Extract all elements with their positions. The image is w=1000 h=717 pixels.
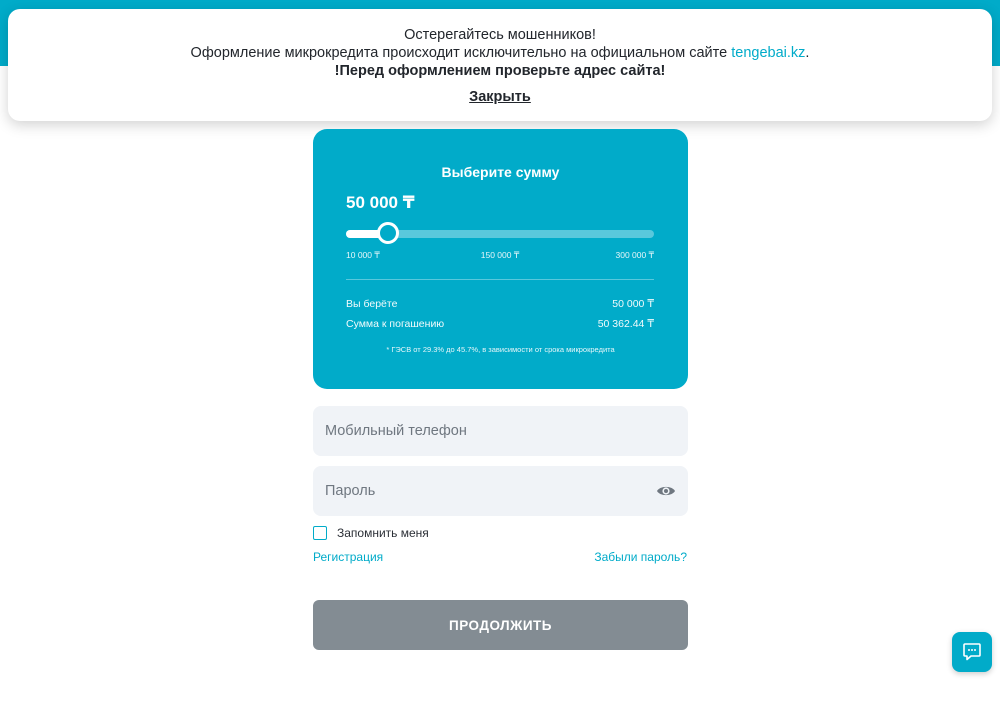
tick-min: 10 000 ₸ [346, 250, 380, 260]
remember-me-label: Запомнить меня [337, 526, 429, 540]
calculator-divider [346, 279, 654, 280]
selected-amount: 50 000 ₸ [346, 193, 415, 212]
register-link[interactable]: Регистрация [313, 550, 383, 564]
borrow-row: Вы берёте 50 000 ₸ [346, 298, 654, 310]
forgot-password-link[interactable]: Забыли пароль? [594, 550, 687, 564]
phone-input[interactable] [325, 406, 645, 456]
remember-me-checkbox[interactable] [313, 526, 327, 540]
tick-max: 300 000 ₸ [615, 250, 655, 260]
password-input[interactable] [325, 466, 645, 516]
remember-me: Запомнить меня [313, 525, 429, 541]
chat-icon [963, 643, 981, 661]
borrow-label: Вы берёте [346, 298, 398, 310]
apr-note: * ГЭСВ от 29.3% до 45.7%, в зависимости … [386, 345, 615, 354]
fraud-warning-banner: Остерегайтесь мошенников! Оформление мик… [8, 9, 992, 121]
warning-title: Остерегайтесь мошенников! [404, 27, 596, 43]
amount-slider[interactable] [346, 222, 654, 244]
page: Остерегайтесь мошенников! Оформление мик… [0, 0, 1000, 717]
loan-calculator: Выберите сумму 50 000 ₸ 10 000 ₸ 150 000… [313, 129, 688, 389]
warning-text-suffix: . [805, 45, 810, 61]
phone-field [313, 406, 688, 456]
close-banner-button[interactable]: Закрыть [469, 89, 531, 105]
repay-label: Сумма к погашению [346, 318, 445, 330]
tick-mid: 150 000 ₸ [480, 250, 520, 260]
calculator-title: Выберите сумму [441, 164, 560, 180]
warning-check-address: !Перед оформлением проверьте адрес сайта… [334, 63, 666, 79]
slider-thumb[interactable] [377, 222, 400, 244]
repay-row: Сумма к погашению 50 362.44 ₸ [346, 318, 654, 330]
borrow-value: 50 000 ₸ [612, 298, 654, 310]
password-field [313, 466, 688, 516]
chat-button[interactable] [952, 632, 992, 672]
warning-text-prefix: Оформление микрокредита происходит исклю… [190, 45, 732, 61]
eye-icon[interactable] [656, 482, 676, 500]
warning-text: Оформление микрокредита происходит исклю… [8, 44, 992, 62]
repay-value: 50 362.44 ₸ [597, 318, 654, 330]
continue-button[interactable]: ПРОДОЛЖИТЬ [313, 600, 688, 650]
official-site-link[interactable]: tengebai.kz [731, 45, 805, 61]
